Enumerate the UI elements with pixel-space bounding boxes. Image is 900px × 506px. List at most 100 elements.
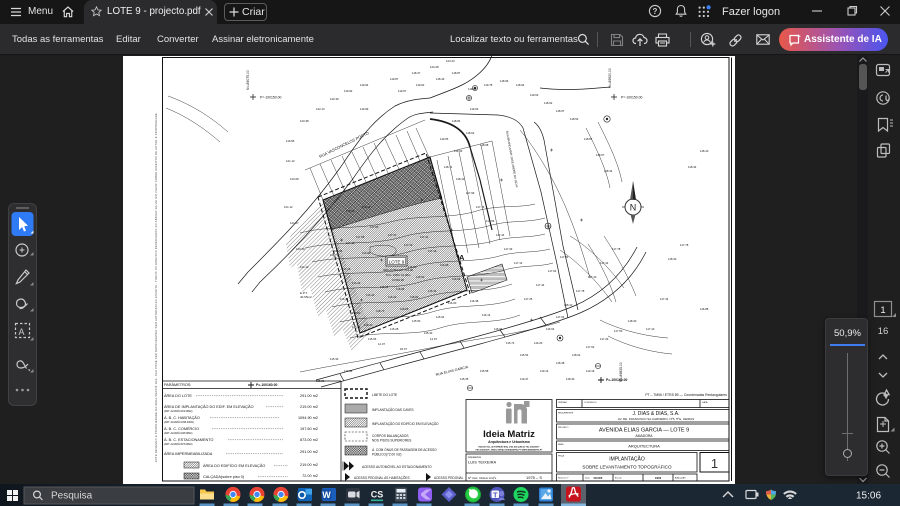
svg-text:118.94: 118.94 — [516, 83, 525, 87]
svg-text:121.12: 121.12 — [284, 205, 293, 209]
svg-text:119.99: 119.99 — [360, 107, 369, 111]
svg-text:116.63: 116.63 — [416, 275, 425, 279]
svg-text:118.62: 118.62 — [544, 101, 553, 105]
svg-text:117.10: 117.10 — [588, 275, 597, 279]
svg-text:117.78: 117.78 — [680, 243, 689, 247]
svg-text:PEÇA: PEÇA — [558, 455, 564, 458]
svg-text:N=-89920.00: N=-89920.00 — [608, 68, 612, 88]
svg-text:AVENIDA ELIAS GARCIA — LOT: AVENIDA ELIAS GARCIA — LOTE 9 — [599, 428, 689, 434]
svg-text:P=-100160.00: P=-100160.00 — [256, 383, 278, 387]
svg-text:PROJETO: PROJETO — [558, 427, 569, 429]
svg-text:LUIS TEIXEIRA: LUIS TEIXEIRA — [468, 460, 496, 465]
svg-text:119.04: 119.04 — [470, 107, 479, 111]
svg-text:PARÂMETROS:: PARÂMETROS: — [164, 382, 191, 387]
svg-text:Arquitectos: Arquitectos — [468, 455, 482, 459]
svg-text:117.19: 117.19 — [404, 243, 413, 247]
svg-text:1975 – S: 1975 – S — [526, 475, 542, 480]
svg-text:PT – TM06 / ETRS 89 — Coordena: PT – TM06 / ETRS 89 — Coordenadas Rectan… — [645, 393, 727, 397]
svg-text:Escala: Escala — [615, 478, 622, 480]
svg-text:Á. B. C. HABITAÇÃO: Á. B. C. HABITAÇÃO — [164, 415, 200, 420]
svg-text:118.10: 118.10 — [456, 177, 465, 181]
svg-text:116.63: 116.63 — [352, 281, 361, 285]
svg-text:119.13: 119.13 — [540, 369, 549, 373]
svg-text:NOS PISOS SUPERIORES: NOS PISOS SUPERIORES — [372, 439, 411, 443]
svg-text:117.78: 117.78 — [612, 247, 621, 251]
svg-text:P=-100150.00: P=-100150.00 — [260, 96, 282, 100]
svg-text:117.30: 117.30 — [388, 233, 397, 237]
svg-text:115.06: 115.06 — [368, 337, 377, 341]
svg-text:117.76: 117.76 — [476, 205, 485, 209]
svg-text:SOBRE LEVANTAMENTO TOPOGRÁFI: SOBRE LEVANTAMENTO TOPOGRÁFICO — [582, 464, 672, 470]
svg-text:SOL. COM. 15.00m: SOL. COM. 15.00m — [386, 273, 411, 277]
svg-text:ARQUITECTURA: ARQUITECTURA — [628, 444, 660, 449]
svg-text:118.10: 118.10 — [564, 303, 573, 307]
svg-text:16: 16 — [878, 326, 889, 337]
svg-text:VERSÃO: VERSÃO — [558, 401, 567, 404]
svg-text:IMPLANTAÇÃO: IMPLANTAÇÃO — [609, 456, 645, 463]
svg-text:115.30: 115.30 — [330, 357, 339, 361]
svg-text:117.33: 117.33 — [504, 247, 513, 251]
svg-text:116.00: 116.00 — [448, 301, 457, 305]
svg-text:IMPLANTAÇÃO DO EDIFÍCIO EM ELE: IMPLANTAÇÃO DO EDIFÍCIO EM ELEVAÇÃO — [372, 421, 439, 426]
svg-text:N=-89075.00: N=-89075.00 — [246, 70, 250, 90]
svg-text:116.88: 116.88 — [700, 307, 709, 311]
svg-text:117.25: 117.25 — [524, 297, 533, 301]
svg-text:?: ? — [653, 7, 658, 16]
svg-text:Nº insc. Ordem Arqºs: Nº insc. Ordem Arqºs — [468, 476, 497, 480]
svg-text:118.53: 118.53 — [570, 117, 579, 121]
svg-text:120.28: 120.28 — [430, 65, 439, 69]
svg-text:118.48: 118.48 — [556, 361, 565, 365]
svg-text:A/Arq.DAS: A/Arq.DAS — [675, 477, 686, 480]
svg-text:Número nº: Número nº — [558, 477, 569, 480]
svg-text:120.08: 120.08 — [290, 177, 299, 181]
svg-text:118.83: 118.83 — [454, 149, 463, 153]
svg-text:118.87: 118.87 — [584, 137, 593, 141]
svg-text:117.50: 117.50 — [614, 329, 623, 333]
svg-text:117.44: 117.44 — [420, 235, 429, 239]
svg-text:P=-100150.00: P=-100150.00 — [621, 96, 643, 100]
svg-text:Á. B. C. COMÉRCIO: Á. B. C. COMÉRCIO — [164, 426, 199, 431]
svg-text:118.67: 118.67 — [556, 109, 565, 113]
svg-text:ACESSO AUTOMÓVEL AO ESTACIONAM: ACESSO AUTOMÓVEL AO ESTACIONAMENTO — [362, 464, 432, 469]
svg-text:116.10: 116.10 — [388, 295, 397, 299]
svg-text:120.08: 120.08 — [296, 247, 305, 251]
svg-text:121.67: 121.67 — [290, 221, 299, 225]
svg-text:1094.90 m2: 1094.90 m2 — [298, 416, 318, 420]
svg-text:FASE: FASE — [558, 443, 564, 446]
svg-text:116.90: 116.90 — [362, 251, 371, 255]
svg-text:118.73: 118.73 — [330, 253, 339, 257]
svg-text:119.78: 119.78 — [484, 83, 493, 87]
svg-text:122.13: 122.13 — [316, 107, 325, 111]
svg-text:118.67: 118.67 — [596, 153, 605, 157]
svg-text:119.67: 119.67 — [398, 89, 407, 93]
svg-text:IMPLANTAÇÃO DAS CAVES: IMPLANTAÇÃO DAS CAVES — [372, 407, 414, 412]
svg-text:LOTE 9: LOTE 9 — [389, 260, 405, 265]
svg-text:115.39: 115.39 — [352, 325, 361, 329]
svg-text:120.39: 120.39 — [330, 97, 339, 101]
svg-text:(ART. ALVARÁ=198.00M2): (ART. ALVARÁ=198.00M2) — [164, 432, 193, 435]
svg-text:117.99: 117.99 — [466, 191, 475, 195]
svg-text:(ART. ALVARÁ=873.00M2): (ART. ALVARÁ=873.00M2) — [164, 443, 193, 446]
svg-text:197.60 m2: 197.60 m2 — [300, 427, 318, 431]
svg-text:PÚBLICO(72.00 m2): PÚBLICO(72.00 m2) — [372, 452, 401, 457]
svg-text:ACESSO PEDONAL ÀS HABITAÇÕES: ACESSO PEDONAL ÀS HABITAÇÕES — [354, 475, 410, 480]
svg-text:117.29: 117.29 — [600, 337, 609, 341]
svg-text:119.62: 119.62 — [416, 83, 425, 87]
svg-text:119.87: 119.87 — [390, 77, 399, 81]
svg-text:115.28: 115.28 — [390, 327, 399, 331]
svg-text:Á. B. C. ESTACIONAMENTO: Á. B. C. ESTACIONAMENTO — [164, 438, 213, 442]
svg-text:115.30: 115.30 — [424, 331, 433, 335]
svg-text:ÁREA DO EDIFÍCIO EM ELEVAÇÃO: ÁREA DO EDIFÍCIO EM ELEVAÇÃO — [203, 463, 265, 468]
svg-text:115.58: 115.58 — [480, 369, 489, 373]
svg-text:AV. DE. FRANCISCO SA CARNEIRO,: AV. DE. FRANCISCO SA CARNEIRO, Nº5, 5ºG,… — [618, 417, 694, 421]
svg-text:117.58: 117.58 — [356, 235, 365, 239]
svg-text:116.28: 116.28 — [380, 285, 389, 289]
svg-text:117.04: 117.04 — [556, 315, 565, 319]
svg-text:115.96: 115.96 — [396, 287, 405, 291]
svg-text:118.30: 118.30 — [628, 319, 637, 323]
svg-text:873.00 m2: 873.00 m2 — [300, 438, 318, 442]
svg-text:ACESSO PEDONAL: ACESSO PEDONAL — [434, 476, 464, 480]
svg-text:119.95: 119.95 — [286, 139, 295, 143]
svg-text:117.10: 117.10 — [646, 327, 655, 331]
svg-text:119.47: 119.47 — [520, 377, 529, 381]
